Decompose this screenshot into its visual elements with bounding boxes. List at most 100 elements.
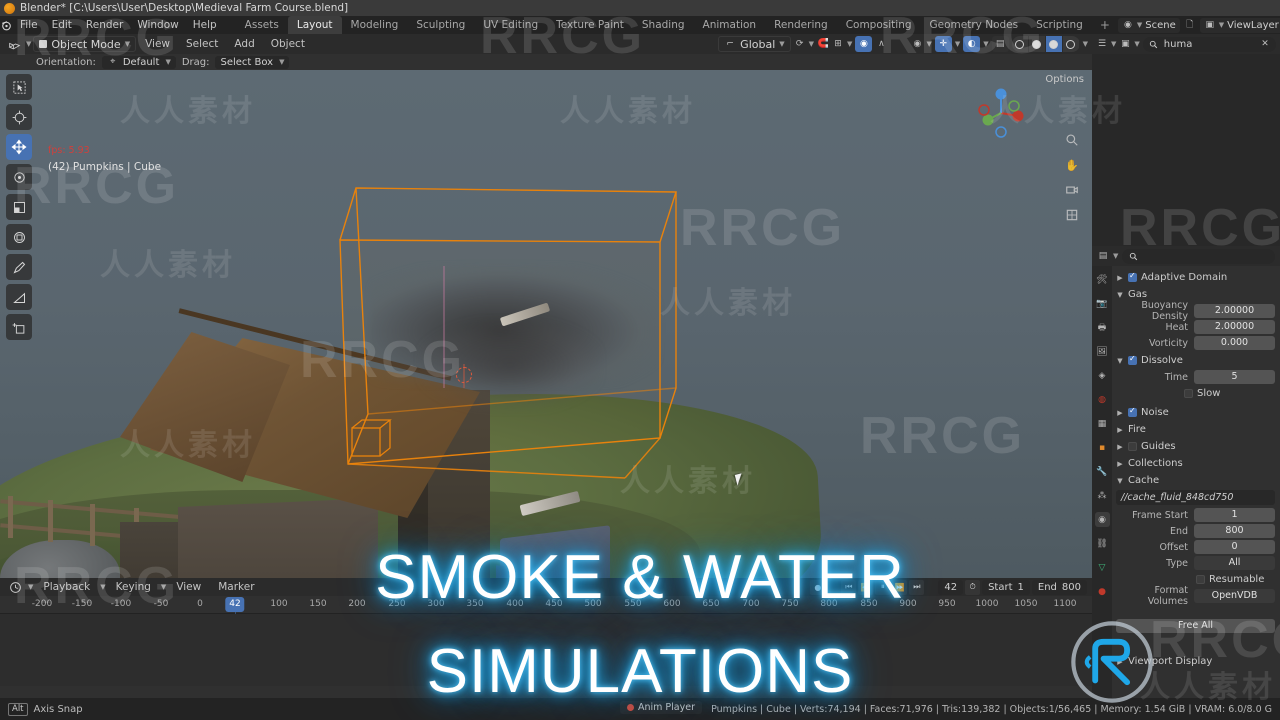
workspace-tab-uv-editing[interactable]: UV Editing <box>474 16 547 34</box>
properties-tab-view-layer[interactable]: 🖼 <box>1095 344 1110 359</box>
annotate-tool[interactable] <box>6 254 32 280</box>
transform-orientation-selector[interactable]: ⌐ Global ▼ <box>718 36 791 52</box>
outliner-tree[interactable] <box>1092 54 1280 246</box>
field-dissolve-slow[interactable]: Slow <box>1116 386 1275 401</box>
properties-tab-modifier[interactable]: 🔧 <box>1095 464 1110 479</box>
cache-path-field[interactable]: //cache_fluid_848cd750 <box>1116 490 1275 505</box>
new-scene-icon[interactable]: 🗋 <box>1184 19 1196 31</box>
workspace-tab-geometry-nodes[interactable]: Geometry Nodes <box>921 16 1028 34</box>
dissolve-checkbox[interactable] <box>1128 354 1137 365</box>
add-cube-tool[interactable] <box>6 314 32 340</box>
properties-tab-world[interactable]: ◍ <box>1095 392 1110 407</box>
shading-solid-button[interactable] <box>1028 36 1046 52</box>
menu-file[interactable]: File <box>13 16 45 34</box>
pivot-point-icon[interactable]: ⟳ <box>794 38 806 50</box>
section-adaptive-domain[interactable]: ▶ Adaptive Domain <box>1116 270 1275 285</box>
noise-checkbox[interactable] <box>1128 406 1137 417</box>
visibility-eye-icon[interactable]: ◉ <box>911 38 923 50</box>
field-buoyancy-density[interactable]: Buoyancy Density 2.00000 <box>1116 300 1275 322</box>
3d-viewport[interactable]: fps: 5.93 (42) Pumpkins | Cube Options ✋ <box>0 70 1092 578</box>
properties-tab-object[interactable]: ▪ <box>1095 440 1110 455</box>
field-vorticity[interactable]: Vorticity 0.000 <box>1116 336 1275 350</box>
toggle-perspective-icon[interactable] <box>1064 207 1080 223</box>
field-heat[interactable]: Heat 2.00000 <box>1116 320 1275 334</box>
viewport-menu-view[interactable]: View <box>138 36 177 52</box>
drag-dropdown[interactable]: Select Box ▼ <box>215 55 290 69</box>
proportional-edit-icon[interactable]: ◉ <box>855 36 873 52</box>
close-icon[interactable]: ✕ <box>1259 38 1271 50</box>
workspace-tab-sculpting[interactable]: Sculpting <box>407 16 474 34</box>
section-dissolve[interactable]: ▼ Dissolve <box>1116 353 1275 368</box>
section-collections[interactable]: ▶ Collections <box>1116 456 1275 471</box>
properties-editor-icon[interactable]: ▤ <box>1097 250 1109 262</box>
falloff-curve-icon[interactable]: ∧ <box>875 38 887 50</box>
slow-checkbox[interactable] <box>1184 389 1193 398</box>
workspace-tab-modeling[interactable]: Modeling <box>342 16 408 34</box>
outliner-search-field[interactable]: huma ✕ <box>1142 36 1276 52</box>
menu-edit[interactable]: Edit <box>45 16 79 34</box>
workspace-tab-rendering[interactable]: Rendering <box>765 16 837 34</box>
workspace-tab-animation[interactable]: Animation <box>694 16 766 34</box>
workspace-tab-assets[interactable]: Assets <box>236 16 288 34</box>
tweak-select-box-tool[interactable] <box>6 74 32 100</box>
workspace-tab-shading[interactable]: Shading <box>633 16 694 34</box>
orientation-dropdown[interactable]: ⌖ Default ▼ <box>101 55 176 69</box>
guides-checkbox[interactable] <box>1128 442 1137 451</box>
editor-type-3d-viewport-icon[interactable] <box>4 36 24 52</box>
section-fire[interactable]: ▶ Fire <box>1116 422 1275 437</box>
rotate-tool[interactable] <box>6 164 32 190</box>
adaptive-domain-checkbox[interactable] <box>1128 271 1137 282</box>
outliner-editor-icon[interactable]: ☰ <box>1096 38 1108 50</box>
properties-tab-physics[interactable]: ◉ <box>1094 512 1110 527</box>
properties-tab-tool[interactable]: 🛠 <box>1095 272 1110 287</box>
shading-rendered-button[interactable] <box>1062 36 1080 52</box>
overlays-toggle-icon[interactable]: ◐ <box>963 36 981 52</box>
workspace-tab-compositing[interactable]: Compositing <box>837 16 921 34</box>
viewport-menu-select[interactable]: Select <box>179 36 225 52</box>
pan-hand-icon[interactable]: ✋ <box>1064 157 1080 173</box>
field-cache-end[interactable]: End 800 <box>1116 524 1275 538</box>
properties-tab-collection[interactable]: ▦ <box>1095 416 1110 431</box>
camera-view-icon[interactable] <box>1064 182 1080 198</box>
menu-window[interactable]: Window <box>130 16 185 34</box>
shading-wireframe-button[interactable] <box>1011 36 1029 52</box>
cache-end-label: End <box>1169 525 1188 537</box>
gizmo-toggle-icon[interactable]: ✛ <box>934 36 952 52</box>
viewport-menu-add[interactable]: Add <box>227 36 261 52</box>
section-noise[interactable]: ▶ Noise <box>1116 405 1275 420</box>
field-cache-frame-start[interactable]: Frame Start 1 <box>1116 508 1275 522</box>
cursor-tool[interactable] <box>6 104 32 130</box>
measure-tool[interactable] <box>6 284 32 310</box>
blender-menu-icon[interactable] <box>0 16 13 34</box>
add-workspace-button[interactable]: + <box>1092 18 1118 32</box>
workspace-tab-texture-paint[interactable]: Texture Paint <box>547 16 633 34</box>
snap-target-icon[interactable]: ⊞ <box>832 38 844 50</box>
scene-selector[interactable]: ◉ ▼ Scene <box>1117 17 1180 33</box>
workspace-tab-scripting[interactable]: Scripting <box>1027 16 1092 34</box>
view-layer-selector[interactable]: ▣ ▼ ViewLayer <box>1199 17 1280 33</box>
section-guides[interactable]: ▶ Guides <box>1116 439 1275 454</box>
object-mode-selector[interactable]: Object Mode ▼ <box>33 36 137 52</box>
outliner-display-mode-icon[interactable]: ▣ <box>1119 38 1131 50</box>
transform-tool[interactable] <box>6 224 32 250</box>
shading-material-preview-button[interactable] <box>1045 36 1063 52</box>
viewport-menu-object[interactable]: Object <box>264 36 312 52</box>
menu-render[interactable]: Render <box>79 16 130 34</box>
move-tool[interactable] <box>6 134 32 160</box>
workspace-tab-layout[interactable]: Layout <box>287 16 342 34</box>
snap-magnet-icon[interactable]: 🧲 <box>817 38 829 50</box>
zoom-icon[interactable] <box>1064 132 1080 148</box>
navigation-gizmo[interactable] <box>970 82 1032 144</box>
menu-help[interactable]: Help <box>186 16 224 34</box>
properties-tab-scene[interactable]: ◈ <box>1095 368 1110 383</box>
properties-tab-output[interactable]: 🖶 <box>1095 320 1110 335</box>
viewport-options-label[interactable]: Options <box>1045 74 1084 85</box>
properties-tab-render[interactable]: 📷 <box>1095 296 1110 311</box>
properties-tab-particles[interactable]: ⁂ <box>1095 488 1110 503</box>
properties-search-field[interactable] <box>1122 248 1275 264</box>
viewport-shading-group <box>1011 36 1080 52</box>
section-cache[interactable]: ▼ Cache <box>1116 473 1275 488</box>
field-dissolve-time[interactable]: Time 5 <box>1116 370 1275 384</box>
xray-toggle-icon[interactable]: ▤ <box>991 36 1009 52</box>
scale-tool[interactable] <box>6 194 32 220</box>
